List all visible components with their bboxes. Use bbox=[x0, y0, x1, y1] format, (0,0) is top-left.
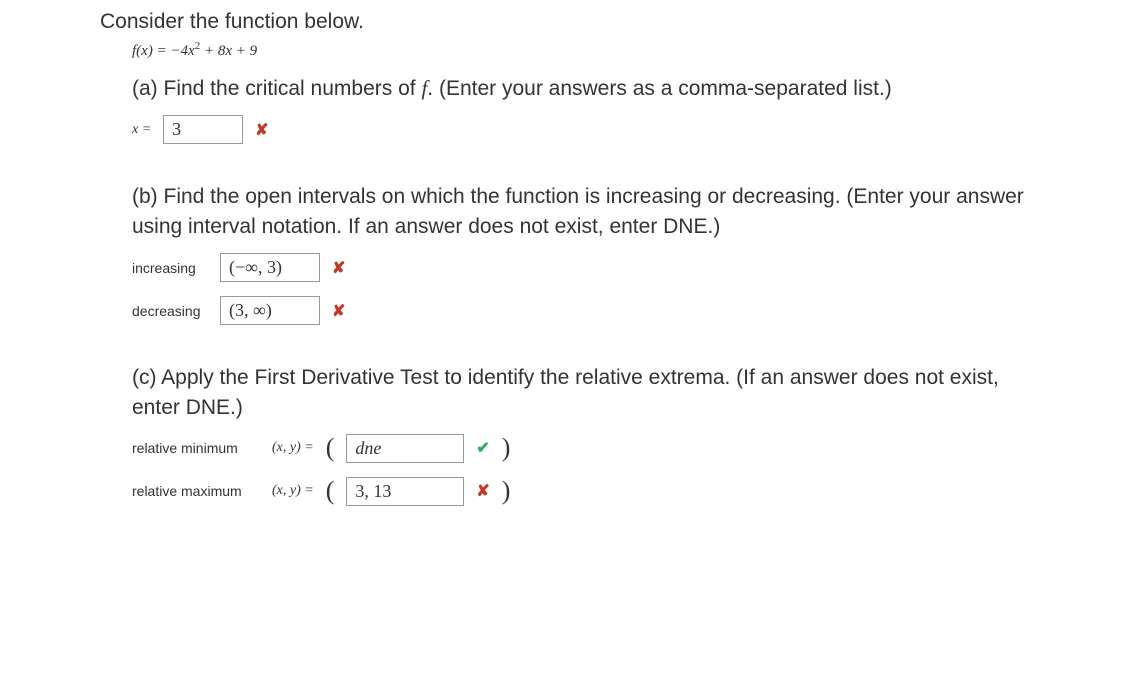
intro-text: Consider the function below. bbox=[100, 10, 1025, 34]
part-a-input[interactable]: 3 bbox=[163, 115, 243, 144]
increasing-input[interactable]: (−∞, 3) bbox=[220, 253, 320, 282]
part-c-text: (c) Apply the First Derivative Test to i… bbox=[132, 363, 1025, 422]
xy-label: (x, y) = bbox=[272, 483, 314, 499]
part-b-decreasing-row: decreasing (3, ∞) ✘ bbox=[132, 296, 1025, 325]
close-paren: ) bbox=[502, 478, 511, 504]
wrong-icon: ✘ bbox=[476, 481, 489, 501]
wrong-icon: ✘ bbox=[332, 258, 345, 278]
wrong-icon: ✘ bbox=[255, 120, 268, 140]
open-paren: ( bbox=[326, 435, 335, 461]
part-c-max-row: relative maximum (x, y) = ( 3, 13 ✘ ) bbox=[132, 477, 1025, 506]
decreasing-input[interactable]: (3, ∞) bbox=[220, 296, 320, 325]
wrong-icon: ✘ bbox=[332, 301, 345, 321]
relative-max-label: relative maximum bbox=[132, 483, 260, 499]
relative-max-input[interactable]: 3, 13 bbox=[346, 477, 464, 506]
correct-icon: ✔ bbox=[476, 438, 489, 458]
decreasing-label: decreasing bbox=[132, 303, 208, 319]
close-paren: ) bbox=[502, 435, 511, 461]
xy-label: (x, y) = bbox=[272, 440, 314, 456]
part-a-text: (a) Find the critical numbers of f. (Ent… bbox=[132, 74, 1025, 103]
part-a-block: (a) Find the critical numbers of f. (Ent… bbox=[132, 74, 1025, 144]
part-b-block: (b) Find the open intervals on which the… bbox=[132, 182, 1025, 325]
function-definition: f(x) = −4x2 + 8x + 9 bbox=[132, 40, 1025, 60]
increasing-label: increasing bbox=[132, 260, 208, 276]
part-c-min-row: relative minimum (x, y) = ( dne ✔ ) bbox=[132, 434, 1025, 463]
relative-min-input[interactable]: dne bbox=[346, 434, 464, 463]
part-b-text: (b) Find the open intervals on which the… bbox=[132, 182, 1025, 241]
part-c-block: (c) Apply the First Derivative Test to i… bbox=[132, 363, 1025, 506]
relative-min-label: relative minimum bbox=[132, 440, 260, 456]
open-paren: ( bbox=[326, 478, 335, 504]
part-a-answer-row: x = 3 ✘ bbox=[132, 115, 1025, 144]
part-a-label: x = bbox=[132, 122, 151, 138]
part-b-increasing-row: increasing (−∞, 3) ✘ bbox=[132, 253, 1025, 282]
